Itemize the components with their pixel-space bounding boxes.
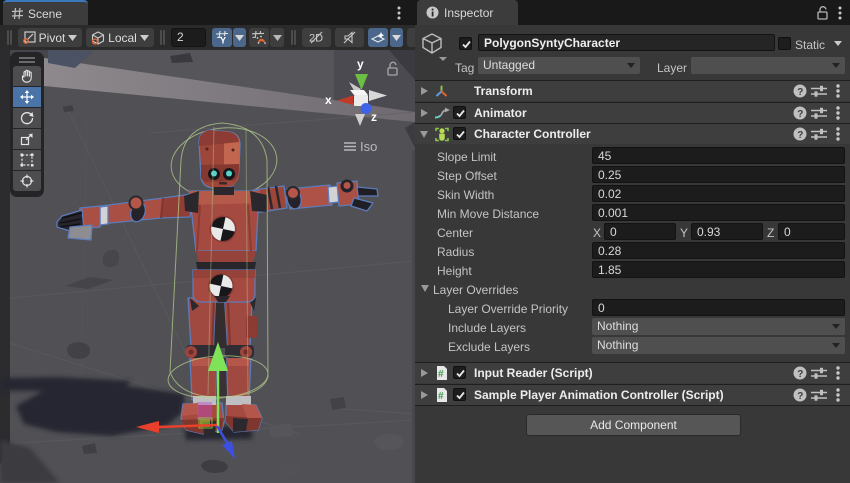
svg-text:?: ? [797, 369, 803, 380]
svg-text:x: x [325, 93, 332, 107]
svg-text:?: ? [797, 391, 803, 402]
svg-text:Y: Y [220, 36, 226, 45]
svg-text:?: ? [797, 87, 803, 98]
svg-text:z: z [371, 110, 377, 124]
svg-text:Iso: Iso [360, 139, 377, 154]
svg-text:#: # [438, 369, 444, 380]
svg-text:?: ? [797, 130, 803, 141]
svg-text:#: # [438, 391, 444, 402]
svg-text:y: y [357, 57, 364, 71]
svg-text:?: ? [797, 109, 803, 120]
